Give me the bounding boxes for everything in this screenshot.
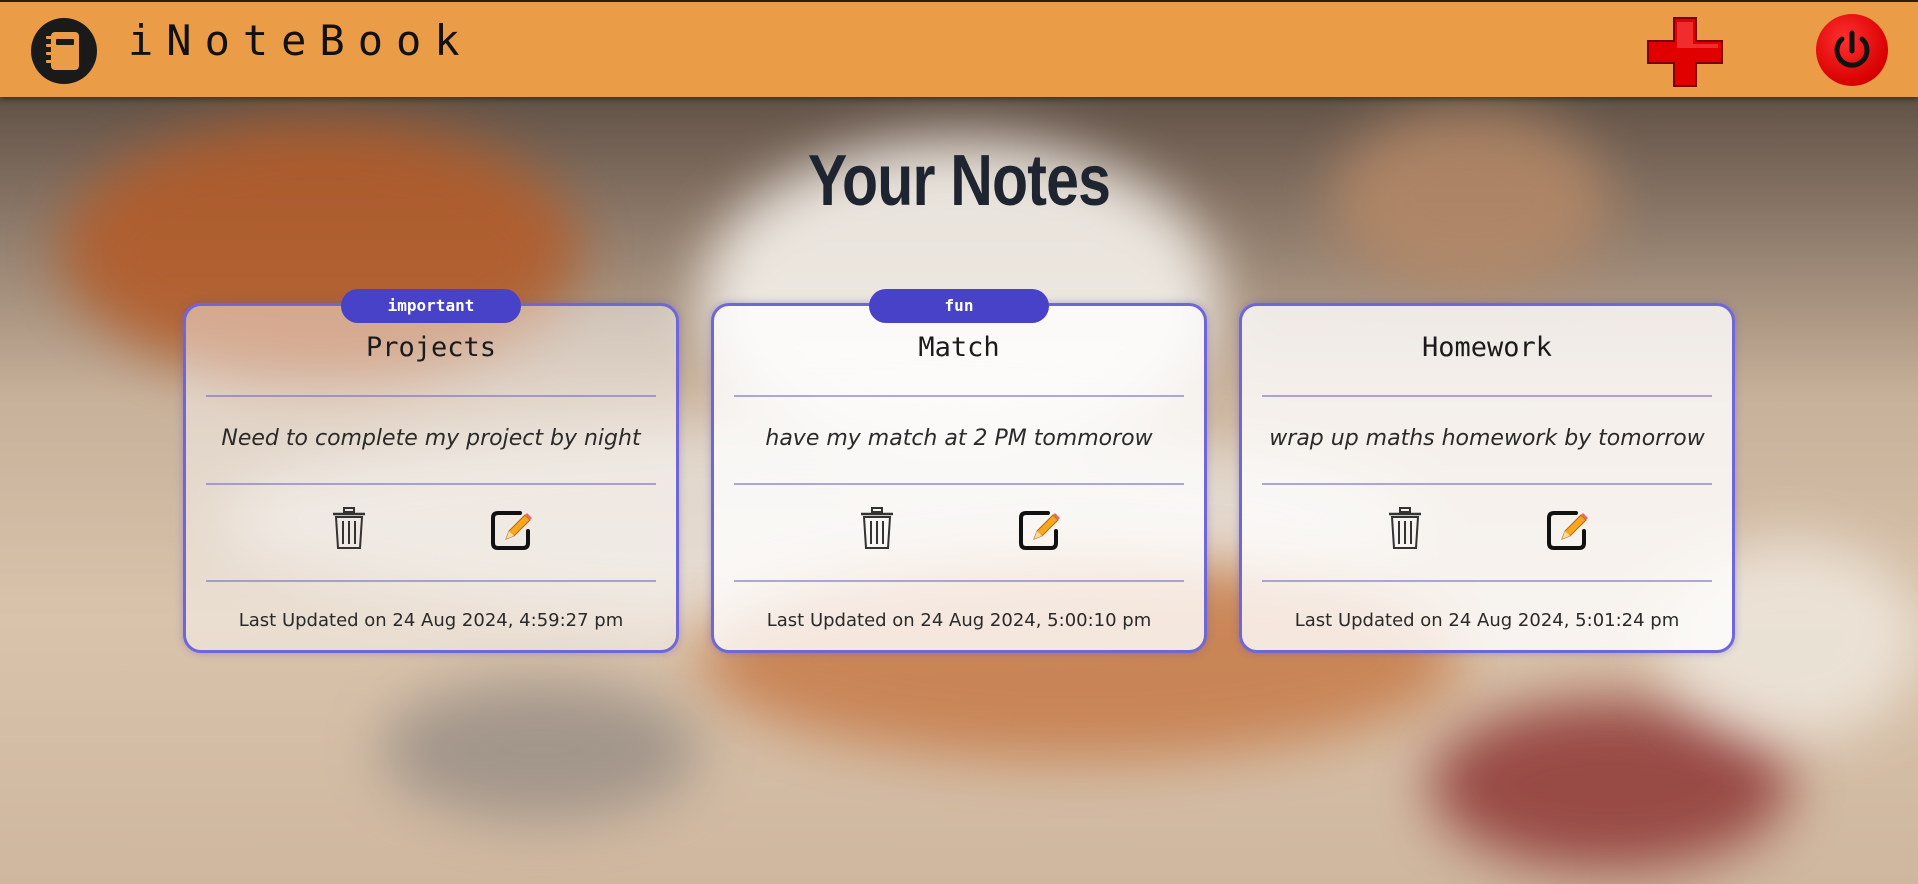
delete-note-button[interactable] xyxy=(1388,507,1422,549)
note-updated-time: Last Updated on 24 Aug 2024, 5:00:10 pm xyxy=(766,610,1152,631)
note-updated-time: Last Updated on 24 Aug 2024, 4:59:27 pm xyxy=(238,610,624,631)
power-icon xyxy=(1834,30,1870,68)
note-card: fun Match have my match at 2 PM tommorow… xyxy=(711,289,1207,653)
edit-note-button[interactable] xyxy=(1018,509,1062,551)
delete-note-button[interactable] xyxy=(860,507,894,549)
note-title: Projects xyxy=(365,332,497,363)
note-tag: important xyxy=(341,289,521,323)
edit-icon xyxy=(491,511,532,550)
edit-note-button[interactable] xyxy=(1546,509,1590,551)
note-tag: fun xyxy=(869,289,1049,323)
note-description: wrap up maths homework by tomorrow xyxy=(1269,426,1705,451)
edit-icon xyxy=(1547,511,1588,550)
divider xyxy=(734,483,1184,485)
trash-icon xyxy=(1389,507,1421,549)
note-card: important Projects Need to complete my p… xyxy=(183,289,679,653)
note-title: Homework xyxy=(1421,332,1553,363)
brand-title[interactable]: iNoteBook xyxy=(128,16,473,65)
plus-icon xyxy=(1647,17,1723,87)
divider xyxy=(1262,580,1712,582)
divider xyxy=(206,395,656,397)
delete-note-button[interactable] xyxy=(332,507,366,549)
logout-button[interactable] xyxy=(1816,14,1888,86)
divider xyxy=(1262,395,1712,397)
navbar: iNoteBook xyxy=(0,0,1918,97)
page-title: Your Notes xyxy=(807,141,1111,221)
note-description: Need to complete my project by night xyxy=(221,426,641,451)
trash-icon xyxy=(333,507,365,549)
note-updated-time: Last Updated on 24 Aug 2024, 5:01:24 pm xyxy=(1294,610,1680,631)
divider xyxy=(206,580,656,582)
edit-note-button[interactable] xyxy=(490,509,534,551)
trash-icon xyxy=(861,507,893,549)
divider xyxy=(1262,483,1712,485)
divider xyxy=(734,395,1184,397)
note-title: Match xyxy=(918,332,1000,363)
note-description: have my match at 2 PM tommorow xyxy=(765,426,1153,451)
divider xyxy=(734,580,1184,582)
notebook-icon[interactable] xyxy=(31,18,97,84)
note-card: Homework wrap up maths homework by tomor… xyxy=(1239,303,1735,653)
edit-icon xyxy=(1019,511,1060,550)
add-note-button[interactable] xyxy=(1644,14,1726,90)
divider xyxy=(206,483,656,485)
